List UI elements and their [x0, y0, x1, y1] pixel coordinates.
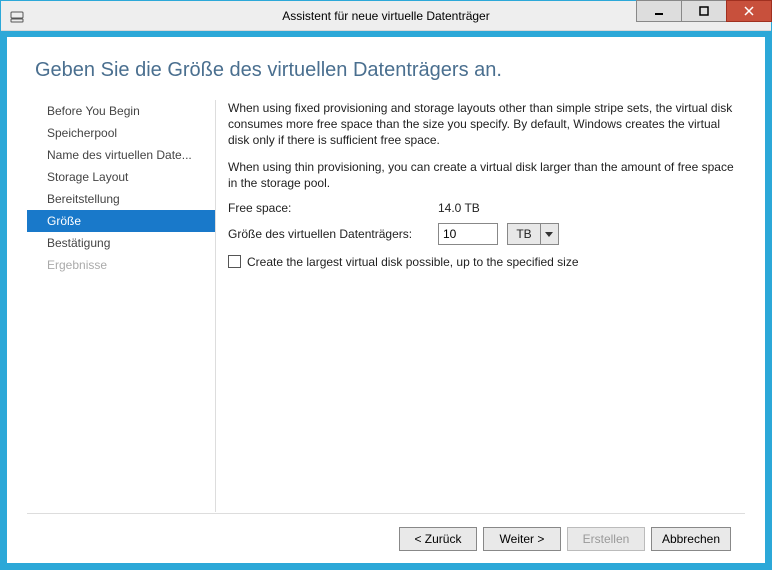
size-row: Größe des virtuellen Datenträgers: TB — [228, 223, 735, 245]
create-button: Erstellen — [567, 527, 645, 551]
close-button[interactable] — [726, 0, 772, 22]
info-text-1: When using fixed provisioning and storag… — [228, 100, 735, 149]
panel: When using fixed provisioning and storag… — [228, 100, 745, 512]
largest-disk-checkbox-row[interactable]: Create the largest virtual disk possible… — [228, 255, 735, 269]
sidebar-item-groesse[interactable]: Größe — [27, 210, 215, 232]
close-icon — [744, 6, 754, 16]
minimize-button[interactable] — [636, 0, 682, 22]
largest-disk-label: Create the largest virtual disk possible… — [247, 255, 579, 269]
page-title: Geben Sie die Größe des virtuellen Daten… — [35, 59, 745, 82]
back-button[interactable]: < Zurück — [399, 527, 477, 551]
unit-dropdown-button[interactable] — [541, 223, 559, 245]
maximize-button[interactable] — [681, 0, 727, 22]
sidebar-item-bestaetigung[interactable]: Bestätigung — [27, 232, 215, 254]
next-button[interactable]: Weiter > — [483, 527, 561, 551]
vertical-divider — [215, 100, 216, 512]
button-bar: < Zurück Weiter > Erstellen Abbrechen — [27, 513, 745, 563]
unit-value: TB — [507, 223, 540, 245]
window-controls — [636, 1, 771, 30]
sidebar-item-name[interactable]: Name des virtuellen Date... — [27, 144, 215, 166]
unit-selector[interactable]: TB — [507, 223, 558, 245]
largest-disk-checkbox[interactable] — [228, 255, 241, 268]
size-controls: TB — [438, 223, 559, 245]
free-space-value: 14.0 TB — [438, 201, 480, 215]
content-frame: Geben Sie die Größe des virtuellen Daten… — [1, 31, 771, 569]
size-input[interactable] — [438, 223, 498, 245]
free-space-label: Free space: — [228, 201, 438, 215]
content-inner: Geben Sie die Größe des virtuellen Daten… — [7, 37, 765, 563]
wizard-window: Assistent für neue virtuelle Datenträger… — [0, 0, 772, 570]
app-icon — [9, 8, 25, 24]
chevron-down-icon — [545, 230, 553, 238]
main-area: Before You Begin Speicherpool Name des v… — [27, 100, 745, 513]
sidebar-item-storage-layout[interactable]: Storage Layout — [27, 166, 215, 188]
size-label: Größe des virtuellen Datenträgers: — [228, 227, 438, 241]
sidebar-item-ergebnisse: Ergebnisse — [27, 254, 215, 276]
maximize-icon — [699, 6, 709, 16]
sidebar-item-before-you-begin[interactable]: Before You Begin — [27, 100, 215, 122]
free-space-row: Free space: 14.0 TB — [228, 201, 735, 215]
titlebar: Assistent für neue virtuelle Datenträger — [1, 1, 771, 31]
info-text-2: When using thin provisioning, you can cr… — [228, 159, 735, 191]
minimize-icon — [654, 6, 664, 16]
sidebar-item-bereitstellung[interactable]: Bereitstellung — [27, 188, 215, 210]
sidebar-item-speicherpool[interactable]: Speicherpool — [27, 122, 215, 144]
cancel-button[interactable]: Abbrechen — [651, 527, 731, 551]
wizard-sidebar: Before You Begin Speicherpool Name des v… — [27, 100, 215, 512]
